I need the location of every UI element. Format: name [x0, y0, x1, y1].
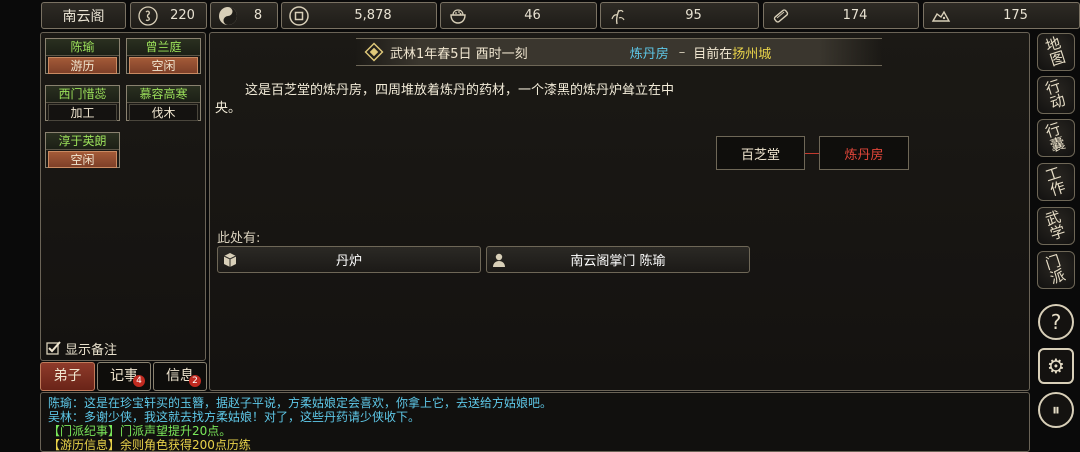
log-line: 【门派纪事】门派声望提升20点。: [48, 424, 232, 438]
yin-yang-icon: [217, 5, 239, 27]
menu-char: 动: [1048, 90, 1069, 113]
menu-char: 派: [1048, 265, 1069, 288]
disciple-card[interactable]: 淳于英朗 空闲: [45, 132, 120, 168]
stat-value: 5,878: [354, 8, 392, 23]
coin-icon: [288, 5, 310, 27]
menu-martial-arts-button[interactable]: 武学: [1037, 207, 1075, 245]
help-button[interactable]: ?: [1038, 304, 1074, 340]
stat-wood[interactable]: 174: [763, 2, 919, 29]
location-prefix: 目前在: [693, 46, 733, 62]
disciple-status: 空闲: [129, 57, 198, 74]
disciple-status: 伐木: [129, 104, 198, 121]
place-label: 百芝堂: [740, 147, 780, 163]
header-separator: –: [678, 44, 686, 60]
menu-work-button[interactable]: 工作: [1037, 163, 1075, 201]
calendar-icon: [364, 42, 384, 62]
settings-button[interactable]: ⚙: [1038, 348, 1074, 384]
show-notes-toggle[interactable]: 显示备注: [46, 339, 118, 358]
pause-button[interactable]: ⏸: [1038, 392, 1074, 428]
ore-icon: [930, 5, 952, 27]
disciple-status: 游历: [48, 57, 117, 74]
checkbox-icon: [46, 340, 62, 356]
menu-char: 作: [1048, 177, 1069, 200]
stat-yin-yang[interactable]: 8: [210, 2, 278, 29]
menu-sect-button[interactable]: 门派: [1037, 251, 1075, 289]
stat-gourd[interactable]: 220: [130, 2, 207, 29]
herb-icon: [607, 5, 629, 27]
tab-records[interactable]: 记事 4: [97, 362, 151, 391]
disciple-name: 西门惜蕊: [46, 86, 119, 103]
pause-icon: ⏸: [1051, 400, 1060, 419]
disciple-card[interactable]: 曾兰庭 空闲: [126, 38, 201, 74]
tab-label: 弟子: [53, 368, 82, 384]
here-item-label: 丹炉: [335, 254, 362, 269]
tab-disciples[interactable]: 弟子: [40, 362, 95, 391]
show-notes-label: 显示备注: [65, 342, 118, 358]
sect-name-box[interactable]: 南云阁: [41, 2, 126, 29]
box-icon: [222, 252, 238, 268]
menu-map-button[interactable]: 地图: [1037, 33, 1075, 71]
disciple-name: 曾兰庭: [127, 39, 200, 56]
here-item-label: 南云阁掌门 陈瑜: [570, 254, 666, 269]
place-connector: [805, 153, 819, 154]
gear-icon: ⚙: [1047, 354, 1065, 378]
menu-action-button[interactable]: 行动: [1037, 76, 1075, 114]
log-line: 【游历信息】余则角色获得200点历练: [48, 438, 251, 452]
room-name: 炼丹房: [629, 46, 669, 62]
disciple-status: 空闲: [48, 151, 117, 168]
tab-messages[interactable]: 信息 2: [153, 362, 207, 391]
records-badge: 4: [133, 375, 145, 387]
here-item-furnace[interactable]: 丹炉: [217, 246, 481, 273]
stat-value: 175: [1003, 8, 1028, 23]
menu-char: 囊: [1048, 133, 1069, 156]
stat-herb[interactable]: 95: [600, 2, 759, 29]
stat-value: 220: [170, 8, 195, 23]
place-label: 炼丹房: [844, 147, 884, 163]
disciple-card[interactable]: 陈瑜 游历: [45, 38, 120, 74]
stat-value: 95: [685, 8, 702, 23]
disciple-card[interactable]: 慕容高寒 伐木: [126, 85, 201, 121]
disciple-status: 加工: [48, 104, 117, 121]
wood-icon: [770, 5, 792, 27]
place-current-button[interactable]: 炼丹房: [819, 136, 909, 170]
here-label: 此处有:: [217, 231, 261, 246]
stat-value: 174: [842, 8, 868, 23]
stat-ore[interactable]: 175: [923, 2, 1080, 29]
stat-value: 46: [524, 8, 541, 23]
disciple-card[interactable]: 西门惜蕊 加工: [45, 85, 120, 121]
location-header: 武林1年春5日 酉时一刻 炼丹房 – 目前在 扬州城: [356, 38, 882, 66]
rice-bowl-icon: [447, 5, 469, 27]
disciple-name: 陈瑜: [46, 39, 119, 56]
help-icon: ?: [1050, 310, 1062, 334]
messages-badge: 2: [189, 375, 201, 387]
menu-char: 图: [1048, 47, 1069, 70]
log-line: 吴林：多谢少侠，我这就去找方柔姑娘！对了，这些丹药请少侠收下。: [48, 410, 421, 424]
room-description: 这是百芝堂的炼丹房，四周堆放着炼丹的药材，一个漆黑的炼丹炉耸立在中央。: [215, 83, 675, 116]
stat-coin[interactable]: 5,878: [281, 2, 437, 29]
gourd-icon: [137, 5, 159, 27]
disciple-name: 慕容高寒: [127, 86, 200, 103]
disciple-panel: [40, 32, 206, 361]
stat-rice[interactable]: 46: [440, 2, 597, 29]
stat-value: 8: [253, 8, 263, 23]
menu-char: 学: [1048, 221, 1069, 244]
message-log[interactable]: 陈瑜：这是在珍宝轩买的玉簪，据赵子平说，方柔姑娘定会喜欢，你拿上它，去送给方姑娘…: [40, 392, 1030, 452]
sect-name: 南云阁: [62, 8, 105, 25]
menu-inventory-button[interactable]: 行囊: [1037, 119, 1075, 157]
here-item-person[interactable]: 南云阁掌门 陈瑜: [486, 246, 750, 273]
place-parent-button[interactable]: 百芝堂: [716, 136, 805, 170]
city-name: 扬州城: [732, 46, 772, 62]
game-date: 武林1年春5日 酉时一刻: [390, 46, 528, 62]
disciple-name: 淳于英朗: [46, 133, 119, 150]
person-icon: [491, 252, 507, 268]
log-line: 陈瑜：这是在珍宝轩买的玉簪，据赵子平说，方柔姑娘定会喜欢，你拿上它，去送给方姑娘…: [48, 396, 553, 410]
